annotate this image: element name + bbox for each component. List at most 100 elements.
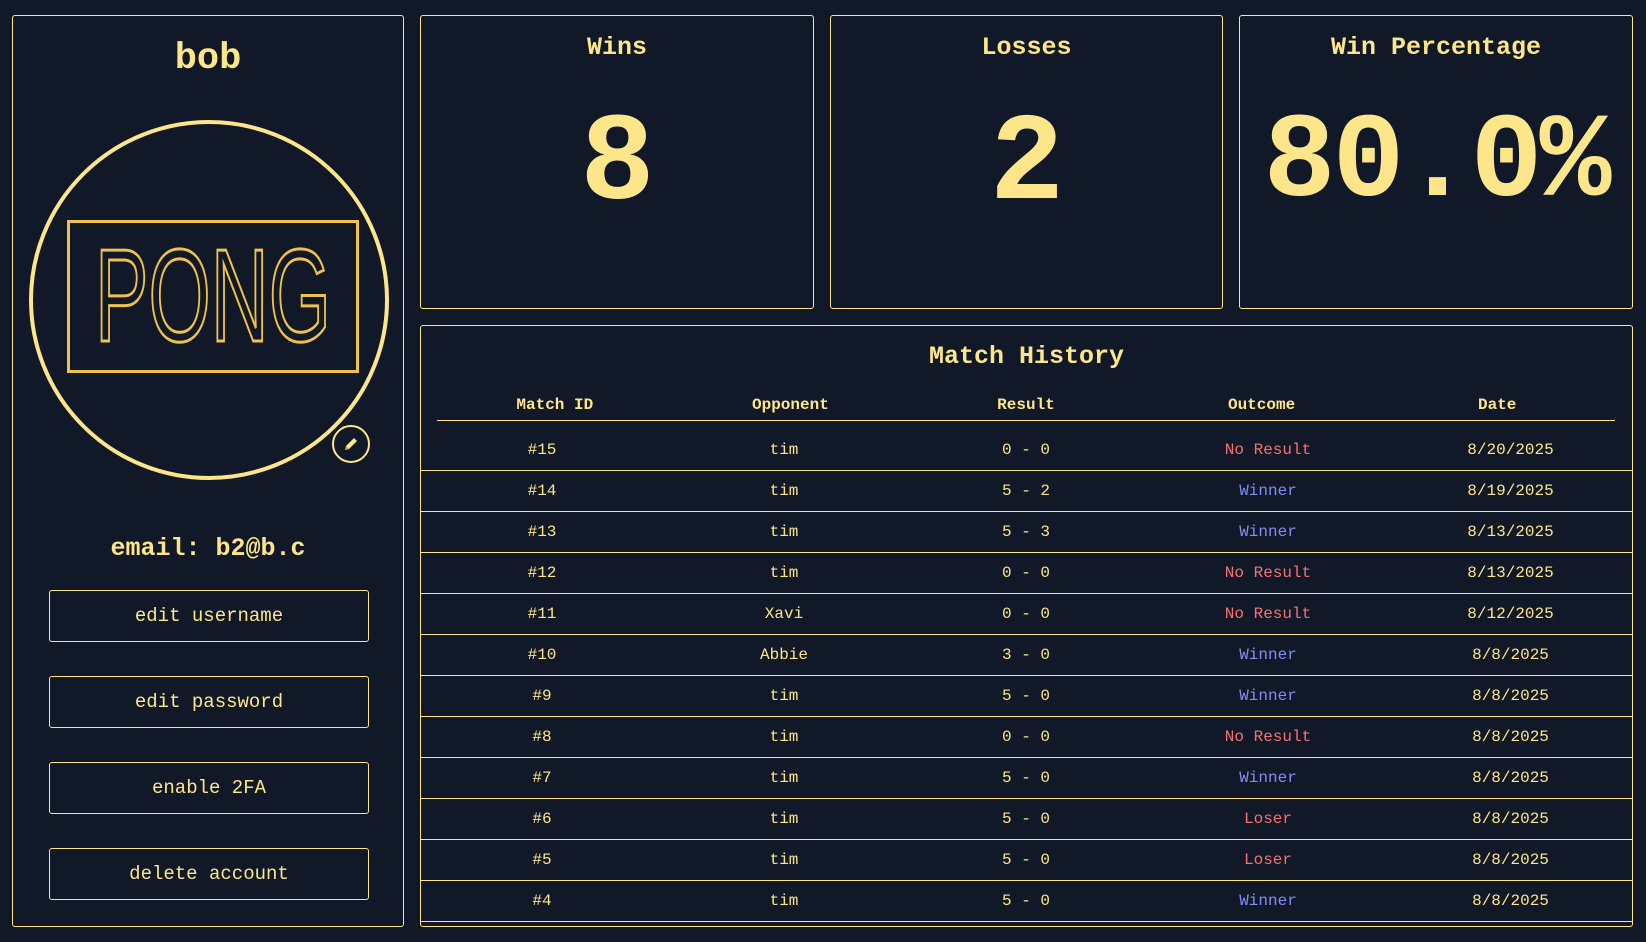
date-cell: 8/8/2025 xyxy=(1472,769,1549,787)
table-row: #7 tim 5 - 0 Winner 8/8/2025 xyxy=(421,758,1632,799)
column-header-date: Date xyxy=(1477,396,1517,414)
column-header-opponent: Opponent xyxy=(751,396,829,414)
outcome-cell: Winner xyxy=(1239,687,1297,705)
match-id-cell: #11 xyxy=(527,605,557,623)
pong-logo-word: PONG xyxy=(95,237,331,357)
opponent-cell: tim xyxy=(769,892,799,910)
table-row: #8 tim 0 - 0 No Result 8/8/2025 xyxy=(421,717,1632,758)
column-header-result: Result xyxy=(997,396,1055,414)
avatar: PONG xyxy=(29,120,389,480)
table-row: #13 tim 5 - 3 Winner 8/13/2025 xyxy=(421,512,1632,553)
table-row: #9 tim 5 - 0 Winner 8/8/2025 xyxy=(421,676,1632,717)
opponent-cell: tim xyxy=(769,523,799,541)
outcome-cell: No Result xyxy=(1224,728,1312,746)
opponent-cell: tim xyxy=(769,728,799,746)
pong-logo: PONG xyxy=(67,220,359,373)
match-id-cell: #8 xyxy=(532,728,552,746)
outcome-cell: No Result xyxy=(1224,605,1312,623)
opponent-cell: tim xyxy=(769,769,799,787)
table-row: #12 tim 0 - 0 No Result 8/13/2025 xyxy=(421,553,1632,594)
match-id-cell: #15 xyxy=(527,441,557,459)
column-header-outcome: Outcome xyxy=(1227,396,1296,414)
outcome-cell: Winner xyxy=(1239,892,1297,910)
date-cell: 8/8/2025 xyxy=(1472,646,1549,664)
profile-panel: bob PONG email: b2@b.c edit username edi… xyxy=(12,15,404,927)
table-row: #5 tim 5 - 0 Loser 8/8/2025 xyxy=(421,840,1632,881)
table-row: #6 tim 5 - 0 Loser 8/8/2025 xyxy=(421,799,1632,840)
match-history-panel: Match History Match ID Opponent Result O… xyxy=(420,325,1633,927)
outcome-cell: Winner xyxy=(1239,523,1297,541)
result-cell: 0 - 0 xyxy=(1001,564,1050,582)
table-row: #15 tim 0 - 0 No Result 8/20/2025 xyxy=(421,430,1632,471)
pong-logo-text: PONG xyxy=(94,237,333,357)
table-row: #14 tim 5 - 2 Winner 8/19/2025 xyxy=(421,471,1632,512)
pencil-icon xyxy=(345,438,357,450)
result-cell: 3 - 0 xyxy=(1001,646,1050,664)
match-id-cell: #7 xyxy=(532,769,552,787)
table-row: #4 tim 5 - 0 Winner 8/8/2025 xyxy=(421,881,1632,922)
enable-2fa-button[interactable]: enable 2FA xyxy=(49,762,369,814)
edit-username-button[interactable]: edit username xyxy=(49,590,369,642)
result-cell: 5 - 2 xyxy=(1001,482,1050,500)
date-cell: 8/8/2025 xyxy=(1472,810,1549,828)
outcome-cell: Loser xyxy=(1243,810,1292,828)
column-header-match-id: Match ID xyxy=(516,396,594,414)
win-percentage-card: Win Percentage 80.0% xyxy=(1239,15,1633,309)
opponent-cell: Xavi xyxy=(764,605,804,623)
result-cell: 0 - 0 xyxy=(1001,605,1050,623)
outcome-cell: No Result xyxy=(1224,441,1312,459)
edit-avatar-button[interactable] xyxy=(332,425,370,463)
outcome-cell: Winner xyxy=(1239,646,1297,664)
date-cell: 8/19/2025 xyxy=(1467,482,1554,500)
table-row: #10 Abbie 3 - 0 Winner 8/8/2025 xyxy=(421,635,1632,676)
opponent-cell: tim xyxy=(769,810,799,828)
opponent-cell: tim xyxy=(769,441,799,459)
result-cell: 5 - 0 xyxy=(1001,687,1050,705)
result-cell: 5 - 0 xyxy=(1001,769,1050,787)
date-cell: 8/12/2025 xyxy=(1467,605,1554,623)
date-cell: 8/8/2025 xyxy=(1472,851,1549,869)
losses-value: 2 xyxy=(989,96,1064,236)
outcome-cell: Winner xyxy=(1239,769,1297,787)
date-cell: 8/13/2025 xyxy=(1467,523,1554,541)
result-cell: 0 - 0 xyxy=(1001,728,1050,746)
opponent-cell: tim xyxy=(769,687,799,705)
edit-password-button[interactable]: edit password xyxy=(49,676,369,728)
date-cell: 8/8/2025 xyxy=(1472,687,1549,705)
result-cell: 0 - 0 xyxy=(1001,441,1050,459)
match-id-cell: #9 xyxy=(532,687,552,705)
date-cell: 8/13/2025 xyxy=(1467,564,1554,582)
date-cell: 8/8/2025 xyxy=(1472,892,1549,910)
wins-label: Wins xyxy=(586,33,647,62)
losses-label: Losses xyxy=(981,33,1072,62)
match-history-title: Match History xyxy=(928,342,1125,371)
match-id-cell: #13 xyxy=(527,523,557,541)
result-cell: 5 - 0 xyxy=(1001,851,1050,869)
delete-account-button[interactable]: delete account xyxy=(49,848,369,900)
username-heading: bob xyxy=(174,38,242,80)
outcome-cell: Winner xyxy=(1239,482,1297,500)
match-id-cell: #5 xyxy=(532,851,552,869)
match-id-cell: #12 xyxy=(527,564,557,582)
match-id-cell: #4 xyxy=(532,892,552,910)
result-cell: 5 - 0 xyxy=(1001,892,1050,910)
outcome-cell: No Result xyxy=(1224,564,1312,582)
result-cell: 5 - 0 xyxy=(1001,810,1050,828)
match-id-cell: #10 xyxy=(527,646,557,664)
wins-card: Wins 8 xyxy=(420,15,814,309)
match-id-cell: #14 xyxy=(527,482,557,500)
email-text: email: b2@b.c xyxy=(110,534,306,563)
result-cell: 5 - 3 xyxy=(1001,523,1050,541)
match-history-header: Match ID Opponent Result Outcome Date xyxy=(437,390,1615,421)
opponent-cell: Abbie xyxy=(759,646,808,664)
win-percentage-label: Win Percentage xyxy=(1330,33,1542,62)
opponent-cell: tim xyxy=(769,851,799,869)
wins-value: 8 xyxy=(580,96,654,236)
win-percentage-value: 80.0% xyxy=(1263,96,1611,232)
match-id-cell: #6 xyxy=(532,810,552,828)
date-cell: 8/20/2025 xyxy=(1467,441,1554,459)
outcome-cell: Loser xyxy=(1243,851,1292,869)
opponent-cell: tim xyxy=(769,564,799,582)
table-row: #11 Xavi 0 - 0 No Result 8/12/2025 xyxy=(421,594,1632,635)
losses-card: Losses 2 xyxy=(830,15,1223,309)
